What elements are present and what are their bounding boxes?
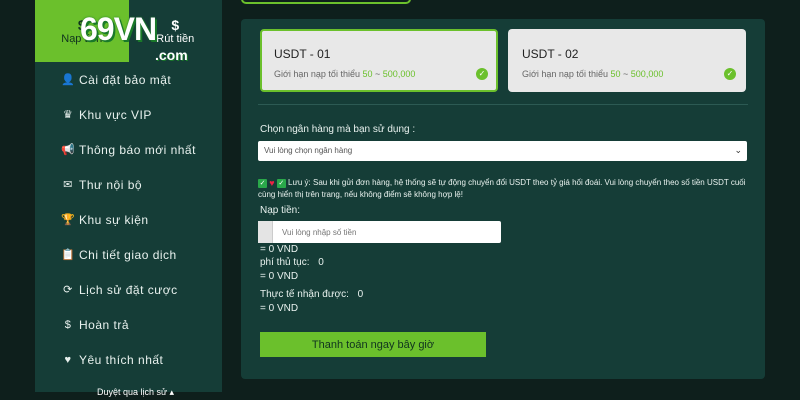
sidebar-item-label: Khu sự kiện	[79, 212, 149, 227]
actual-value: 0	[357, 289, 364, 300]
dollar-hand-icon: $	[171, 17, 180, 33]
heart-icon: ♥	[64, 353, 72, 366]
sidebar-item-security[interactable]: 👤 Cài đặt bảo mật	[35, 62, 222, 97]
check-circle-icon: ✓	[724, 68, 736, 80]
usdt-notice: ✓ ♥ ✓ Lưu ý: Sau khi gửi đơn hàng, hệ th…	[258, 177, 755, 201]
bank-select-label: Chọn ngân hàng mà bạn sử dụng :	[260, 124, 416, 135]
sidebar-item-label: Thư nội bộ	[79, 177, 143, 192]
sidebar-item-transactions[interactable]: 📋 Chi tiết giao dịch	[35, 237, 222, 272]
sidebar-menu: 👤 Cài đặt bảo mật ♛ Khu vực VIP 📢 Thông báo…	[35, 62, 222, 377]
history-icon: ⟳	[63, 284, 73, 296]
sidebar-item-announcements[interactable]: 📢 Thông báo mới nhất	[35, 132, 222, 167]
sidebar-item-label: Cài đặt bảo mật	[79, 72, 172, 87]
check-circle-icon: ✓	[476, 68, 488, 80]
user-lock-icon: 👤	[61, 74, 76, 86]
tab-withdraw-label: Rút tiền	[156, 33, 195, 45]
sidebar-item-events[interactable]: 🏆 Khu sự kiện	[35, 202, 222, 237]
actual-row: Thực tế nhận được: 0	[260, 289, 363, 300]
sidebar-item-label: Lịch sử đặt cược	[79, 282, 178, 297]
browse-history-link[interactable]: Duyệt qua lịch sử ▴	[97, 387, 174, 398]
fee-row: phí thủ tục: 0	[260, 257, 324, 268]
sidebar-item-label: Yêu thích nhất	[79, 352, 164, 367]
sidebar-item-label: Hoàn trả	[79, 317, 130, 332]
amount-input[interactable]	[273, 221, 501, 243]
sidebar-item-vip[interactable]: ♛ Khu vực VIP	[35, 97, 222, 132]
deposit-option-usdt-02[interactable]: USDT - 02 Giới hạn nạp tối thiểu 50 ~ 50…	[508, 29, 746, 92]
amount-label: Nạp tiền:	[260, 205, 301, 216]
chevron-down-icon: ⌄	[734, 145, 742, 155]
amount-prefix	[258, 221, 273, 243]
sidebar: $ Nạp tiền $ Rút tiền 69VN .com 👤 Cài đặt…	[35, 0, 222, 392]
check-box-icon: ✓	[258, 178, 267, 188]
dollar-circle-icon: $	[64, 318, 72, 331]
amount-equiv: = 0 VND	[260, 244, 299, 255]
deposit-panel: USDT - 01 Giới hạn nạp tối thiểu 50 ~ 50…	[241, 19, 765, 379]
limit-min: 50	[610, 69, 621, 79]
top-tab-strip	[241, 0, 411, 4]
sidebar-item-rebate[interactable]: $ Hoàn trả	[35, 307, 222, 342]
actual-equiv: = 0 VND	[260, 303, 299, 314]
sidebar-item-label: Thông báo mới nhất	[79, 142, 196, 157]
bank-select[interactable]: Vui lòng chọn ngân hàng ⌄	[258, 141, 747, 161]
pay-now-button[interactable]: Thanh toán ngay bây giờ	[260, 332, 486, 357]
crown-icon: ♛	[62, 109, 74, 121]
limit-label: Giới hạn nạp tối thiểu	[274, 69, 360, 79]
deposit-option-limit: Giới hạn nạp tối thiểu 50 ~ 500,000	[522, 69, 663, 79]
site-logo: 69VN	[80, 11, 157, 47]
sidebar-item-label: Khu vực VIP	[79, 107, 152, 122]
heart-icon: ♥	[269, 178, 275, 188]
limit-max: 500,000	[630, 69, 664, 79]
notice-label: Lưu ý:	[288, 178, 311, 188]
bank-select-value: Vui lòng chọn ngân hàng	[264, 146, 353, 155]
sidebar-item-favorites[interactable]: ♥ Yêu thích nhất	[35, 342, 222, 377]
clipboard-icon: 📋	[61, 249, 76, 261]
notice-text: Sau khi gửi đơn hàng, hệ thống sẽ tự độn…	[258, 178, 746, 200]
trophy-icon: 🏆	[61, 214, 76, 226]
megaphone-icon: 📢	[61, 144, 76, 156]
actual-label: Thực tế nhận được:	[260, 289, 349, 300]
deposit-option-usdt-01[interactable]: USDT - 01 Giới hạn nạp tối thiểu 50 ~ 50…	[260, 29, 498, 92]
envelope-icon: ✉	[63, 179, 73, 191]
fee-label: phí thủ tục:	[260, 257, 310, 268]
limit-min: 50	[362, 69, 373, 79]
fee-equiv: = 0 VND	[260, 271, 299, 282]
deposit-option-limit: Giới hạn nạp tối thiểu 50 ~ 500,000	[274, 69, 415, 79]
site-logo-suffix: .com	[155, 47, 188, 63]
limit-max: 500,000	[382, 69, 416, 79]
limit-label: Giới hạn nạp tối thiểu	[522, 69, 608, 79]
sidebar-item-label: Chi tiết giao dịch	[79, 247, 177, 262]
divider	[258, 104, 748, 105]
deposit-option-title: USDT - 02	[522, 47, 579, 61]
amount-field	[258, 221, 501, 243]
fee-value: 0	[318, 257, 324, 268]
sidebar-item-inbox[interactable]: ✉ Thư nội bộ	[35, 167, 222, 202]
deposit-option-title: USDT - 01	[274, 47, 331, 61]
check-box-icon: ✓	[276, 178, 286, 188]
sidebar-item-bet-history[interactable]: ⟳ Lịch sử đặt cược	[35, 272, 222, 307]
limit-sep: ~	[623, 69, 629, 79]
limit-sep: ~	[375, 69, 381, 79]
